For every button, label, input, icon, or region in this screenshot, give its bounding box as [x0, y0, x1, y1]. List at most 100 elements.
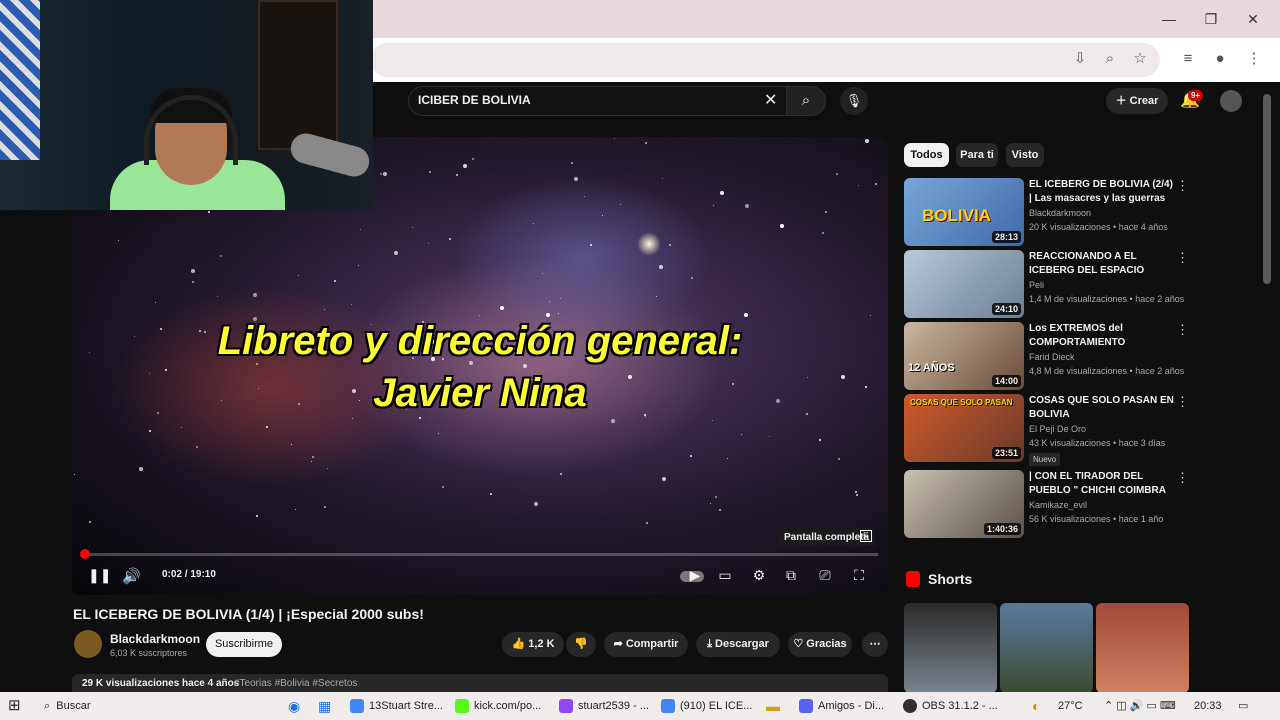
- recommendation-item[interactable]: 12 AÑOS 14:00 Los EXTREMOS del COMPORTAM…: [904, 322, 1194, 390]
- subscribe-button[interactable]: Suscribirme: [206, 632, 282, 657]
- scrubber-handle[interactable]: [80, 549, 90, 559]
- video-thumbnail[interactable]: BOLIVIA 28:13: [904, 178, 1024, 246]
- create-button[interactable]: ＋ Crear: [1106, 88, 1168, 114]
- recommendation-channel[interactable]: El Peji De Oro: [1029, 424, 1086, 434]
- download-button[interactable]: ⤓ Descargar: [696, 632, 780, 657]
- taskbar-app[interactable]: stuart2539 - ...: [559, 692, 649, 720]
- star: [352, 418, 353, 419]
- profile-icon[interactable]: ●: [1208, 48, 1232, 70]
- clock[interactable]: 20:33: [1194, 692, 1222, 720]
- windows-start-icon[interactable]: ⊞: [8, 692, 21, 720]
- recommendation-item[interactable]: COSAS QUE SOLO PASAN 23:51 COSAS QUE SOL…: [904, 394, 1194, 462]
- store-icon[interactable]: ▦: [318, 692, 331, 720]
- taskbar-app[interactable]: Amigos - Di...: [799, 692, 884, 720]
- short-thumbnail[interactable]: [1000, 603, 1093, 693]
- zoom-icon[interactable]: ⌕: [1098, 48, 1122, 70]
- star: [438, 433, 439, 434]
- more-options-icon[interactable]: ⋮: [1176, 322, 1189, 338]
- progress-bar[interactable]: [82, 553, 878, 556]
- taskbar-app[interactable]: (910) EL ICE...: [661, 692, 752, 720]
- more-options-icon[interactable]: ⋮: [1176, 250, 1189, 266]
- taskbar-app[interactable]: kick.com/po...: [455, 692, 541, 720]
- close-window-icon[interactable]: ✕: [1238, 8, 1268, 30]
- hashtags[interactable]: #Teorias #Bolivia #Secretos: [234, 678, 357, 689]
- microphone-icon[interactable]: 🎙: [840, 87, 868, 115]
- system-tray-icons[interactable]: ⌃ ◫ 🔊 ▭ ⌨: [1104, 692, 1176, 720]
- star: [822, 232, 824, 234]
- more-options-icon[interactable]: ⋮: [1176, 470, 1189, 486]
- pause-icon[interactable]: ❚❚: [88, 567, 111, 584]
- recommendation-channel[interactable]: Farid Dieck: [1029, 352, 1075, 362]
- star: [662, 178, 663, 179]
- recommendation-item[interactable]: BOLIVIA 28:13 EL ICEBERG DE BOLIVIA (2/4…: [904, 178, 1194, 246]
- cast-icon[interactable]: ⎚: [814, 567, 836, 584]
- recommendation-title[interactable]: Los EXTREMOS del COMPORTAMIENTO HUMANO..…: [1029, 322, 1174, 350]
- more-options-icon[interactable]: ⋮: [1176, 394, 1189, 410]
- video-thumbnail[interactable]: 12 AÑOS 14:00: [904, 322, 1024, 390]
- recommendation-title[interactable]: EL ICEBERG DE BOLIVIA (2/4) | Las masacr…: [1029, 178, 1174, 206]
- browser-menu-icon[interactable]: ⋮: [1242, 48, 1266, 70]
- avatar[interactable]: [1220, 90, 1242, 112]
- volume-icon[interactable]: 🔊: [122, 567, 141, 585]
- bookmark-star-icon[interactable]: ☆: [1128, 48, 1152, 70]
- video-thumbnail[interactable]: 1:40:36: [904, 470, 1024, 538]
- thanks-button[interactable]: ♡ Gracias: [788, 632, 852, 657]
- recommendation-channel[interactable]: Kamikaze_evil: [1029, 500, 1087, 510]
- recommendation-item[interactable]: 1:40:36 | CON EL TIRADOR DEL PUEBLO " CH…: [904, 470, 1194, 538]
- recommendation-meta: 20 K visualizaciones • hace 4 años: [1029, 222, 1168, 232]
- media-controls-icon[interactable]: ≡: [1176, 48, 1200, 70]
- more-options-icon[interactable]: ⋮: [1176, 178, 1189, 194]
- taskbar-app[interactable]: OBS 31.1.2 - ...: [903, 692, 998, 720]
- search-icon[interactable]: ⌕: [786, 86, 826, 116]
- short-thumbnail[interactable]: [904, 603, 997, 693]
- video-thumbnail[interactable]: COSAS QUE SOLO PASAN 23:51: [904, 394, 1024, 462]
- chip-all[interactable]: Todos: [904, 143, 949, 167]
- temperature[interactable]: 27°C: [1058, 692, 1083, 720]
- recommendation-title[interactable]: | CON EL TIRADOR DEL PUEBLO " CHICHI COI…: [1029, 470, 1174, 498]
- short-thumbnail[interactable]: [1096, 603, 1189, 693]
- taskbar-app[interactable]: 13Stuart Stre...: [350, 692, 443, 720]
- taskbar-search[interactable]: ⌕ Buscar: [44, 692, 91, 720]
- star: [74, 474, 75, 475]
- notification-center-icon[interactable]: ▭: [1238, 692, 1248, 720]
- dislike-icon[interactable]: 👎: [566, 632, 596, 657]
- autoplay-play-icon[interactable]: ▶: [684, 567, 706, 584]
- channel-name[interactable]: Blackdarkmoon: [110, 632, 200, 646]
- chip-for-you[interactable]: Para ti: [956, 143, 998, 167]
- nebula-glow: [452, 177, 712, 337]
- star: [870, 315, 871, 316]
- file-explorer-icon[interactable]: ▬: [766, 692, 780, 720]
- star: [611, 419, 615, 423]
- recommendation-item[interactable]: 24:10 REACCIONANDO A EL ICEBERG DEL ESPA…: [904, 250, 1194, 318]
- duration-badge: 14:00: [991, 375, 1021, 387]
- settings-gear-icon[interactable]: ⚙: [748, 567, 770, 584]
- miniplayer-icon[interactable]: ⧉: [780, 567, 802, 584]
- video-thumbnail[interactable]: 24:10: [904, 250, 1024, 318]
- subtitles-icon[interactable]: ▭: [714, 567, 736, 584]
- star: [875, 183, 877, 185]
- thumbnail-text: COSAS QUE SOLO PASAN: [910, 398, 1013, 407]
- install-app-icon[interactable]: ⇩: [1068, 48, 1092, 70]
- scrollbar-thumb[interactable]: [1263, 94, 1271, 284]
- like-button[interactable]: 👍 1,2 K: [502, 632, 564, 657]
- recommendation-channel[interactable]: Peli: [1029, 280, 1044, 290]
- address-bar[interactable]: [370, 43, 1160, 77]
- chip-watched[interactable]: Visto: [1006, 143, 1044, 167]
- clear-search-icon[interactable]: ✕: [764, 90, 777, 110]
- star: [479, 315, 480, 316]
- channel-avatar[interactable]: [74, 630, 102, 658]
- star: [429, 171, 431, 173]
- star: [324, 506, 326, 508]
- star: [324, 309, 325, 310]
- fullscreen-icon[interactable]: ⛶: [848, 567, 870, 584]
- share-button[interactable]: ➦ Compartir: [604, 632, 688, 657]
- recommendation-title[interactable]: REACCIONANDO A EL ICEBERG DEL ESPACIO: [1029, 250, 1174, 278]
- edge-icon[interactable]: ◉: [288, 692, 300, 720]
- more-actions-icon[interactable]: ⋯: [862, 632, 888, 657]
- recommendation-title[interactable]: COSAS QUE SOLO PASAN EN BOLIVIA: [1029, 394, 1174, 422]
- restore-icon[interactable]: ❐: [1196, 8, 1226, 30]
- star: [456, 174, 458, 176]
- star: [534, 502, 538, 506]
- recommendation-channel[interactable]: Blackdarkmoon: [1029, 208, 1091, 218]
- minimize-icon[interactable]: —: [1154, 8, 1184, 30]
